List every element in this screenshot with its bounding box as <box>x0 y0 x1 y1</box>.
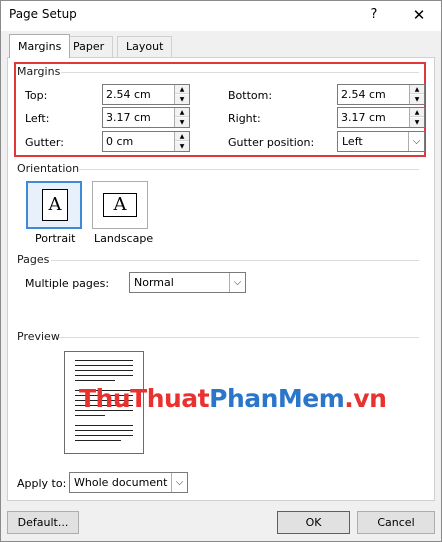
gutter-label: Gutter: <box>25 136 64 149</box>
portrait-page-icon: A <box>42 189 68 221</box>
help-button[interactable]: ? <box>363 4 385 26</box>
portrait-label: Portrait <box>35 232 76 245</box>
tab-paper-label: Paper <box>73 40 105 53</box>
landscape-label: Landscape <box>94 232 154 245</box>
left-margin-spinner[interactable]: 3.17 cm ▲ ▼ <box>102 107 190 128</box>
right-label: Right: <box>228 112 261 125</box>
multiple-pages-label: Multiple pages: <box>25 277 110 290</box>
spin-up-icon[interactable]: ▲ <box>410 108 424 117</box>
watermark-part3: .vn <box>344 384 387 413</box>
right-margin-value: 3.17 cm <box>341 111 386 124</box>
spin-down-icon[interactable]: ▼ <box>410 95 424 104</box>
cancel-button[interactable]: Cancel <box>357 511 435 534</box>
tab-paper[interactable]: Paper <box>64 36 114 58</box>
multiple-pages-value: Normal <box>134 276 174 289</box>
right-margin-spinner[interactable]: 3.17 cm ▲ ▼ <box>337 107 425 128</box>
pages-section-title: Pages <box>17 253 50 266</box>
spin-up-icon[interactable]: ▲ <box>410 85 424 94</box>
spin-down-icon[interactable]: ▼ <box>175 95 189 104</box>
tab-layout[interactable]: Layout <box>117 36 173 58</box>
chevron-down-icon[interactable]: ⌵ <box>171 473 187 492</box>
portrait-button[interactable]: A <box>26 181 82 229</box>
default-button[interactable]: Default... <box>7 511 79 534</box>
page-setup-dialog: Page Setup ? ✕ Margins Paper Layout Marg… <box>0 0 442 542</box>
bottom-margin-spinner[interactable]: 2.54 cm ▲ ▼ <box>337 84 425 105</box>
spinner-arrows: ▲ ▼ <box>174 132 189 151</box>
spin-down-icon[interactable]: ▼ <box>175 142 189 151</box>
apply-to-label: Apply to: <box>17 477 67 490</box>
top-margin-spinner[interactable]: 2.54 cm ▲ ▼ <box>102 84 190 105</box>
spinner-arrows: ▲ ▼ <box>174 85 189 104</box>
chevron-down-icon[interactable]: ⌵ <box>408 132 424 151</box>
spinner-arrows: ▲ ▼ <box>409 85 424 104</box>
watermark-part1: ThuThuat <box>79 384 210 413</box>
watermark-part2: PhanMem <box>209 384 345 413</box>
spinner-arrows: ▲ ▼ <box>174 108 189 127</box>
tab-layout-label: Layout <box>126 40 164 53</box>
orientation-section-title: Orientation <box>17 162 80 175</box>
gutter-value: 0 cm <box>106 135 134 148</box>
bottom-margin-value: 2.54 cm <box>341 88 386 101</box>
bottom-label: Bottom: <box>228 89 273 102</box>
tab-margins[interactable]: Margins <box>9 34 71 58</box>
landscape-page-icon: A <box>103 193 137 217</box>
gutter-position-label: Gutter position: <box>228 136 315 149</box>
apply-to-select[interactable]: Whole document ⌵ <box>69 472 188 493</box>
close-button[interactable]: ✕ <box>404 4 434 26</box>
title-bar: Page Setup ? ✕ <box>1 1 441 31</box>
spinner-arrows: ▲ ▼ <box>409 108 424 127</box>
spin-up-icon[interactable]: ▲ <box>175 132 189 141</box>
window-title: Page Setup <box>9 7 77 21</box>
spin-up-icon[interactable]: ▲ <box>175 85 189 94</box>
top-margin-value: 2.54 cm <box>106 88 151 101</box>
multiple-pages-select[interactable]: Normal ⌵ <box>129 272 246 293</box>
divider <box>51 260 419 261</box>
chevron-down-icon[interactable]: ⌵ <box>229 273 245 292</box>
left-margin-value: 3.17 cm <box>106 111 151 124</box>
preview-section-title: Preview <box>17 330 60 343</box>
tab-margins-label: Margins <box>18 40 62 53</box>
divider <box>79 169 419 170</box>
ok-button[interactable]: OK <box>277 511 350 534</box>
landscape-button[interactable]: A <box>92 181 148 229</box>
spin-up-icon[interactable]: ▲ <box>175 108 189 117</box>
watermark-logo: ThuThuatPhanMem.vn <box>79 384 387 413</box>
left-label: Left: <box>25 112 50 125</box>
gutter-position-value: Left <box>342 135 363 148</box>
divider <box>59 337 419 338</box>
gutter-spinner[interactable]: 0 cm ▲ ▼ <box>102 131 190 152</box>
spin-down-icon[interactable]: ▼ <box>410 118 424 127</box>
top-label: Top: <box>25 89 48 102</box>
apply-to-value: Whole document <box>74 476 168 489</box>
gutter-position-select[interactable]: Left ⌵ <box>337 131 425 152</box>
spin-down-icon[interactable]: ▼ <box>175 118 189 127</box>
